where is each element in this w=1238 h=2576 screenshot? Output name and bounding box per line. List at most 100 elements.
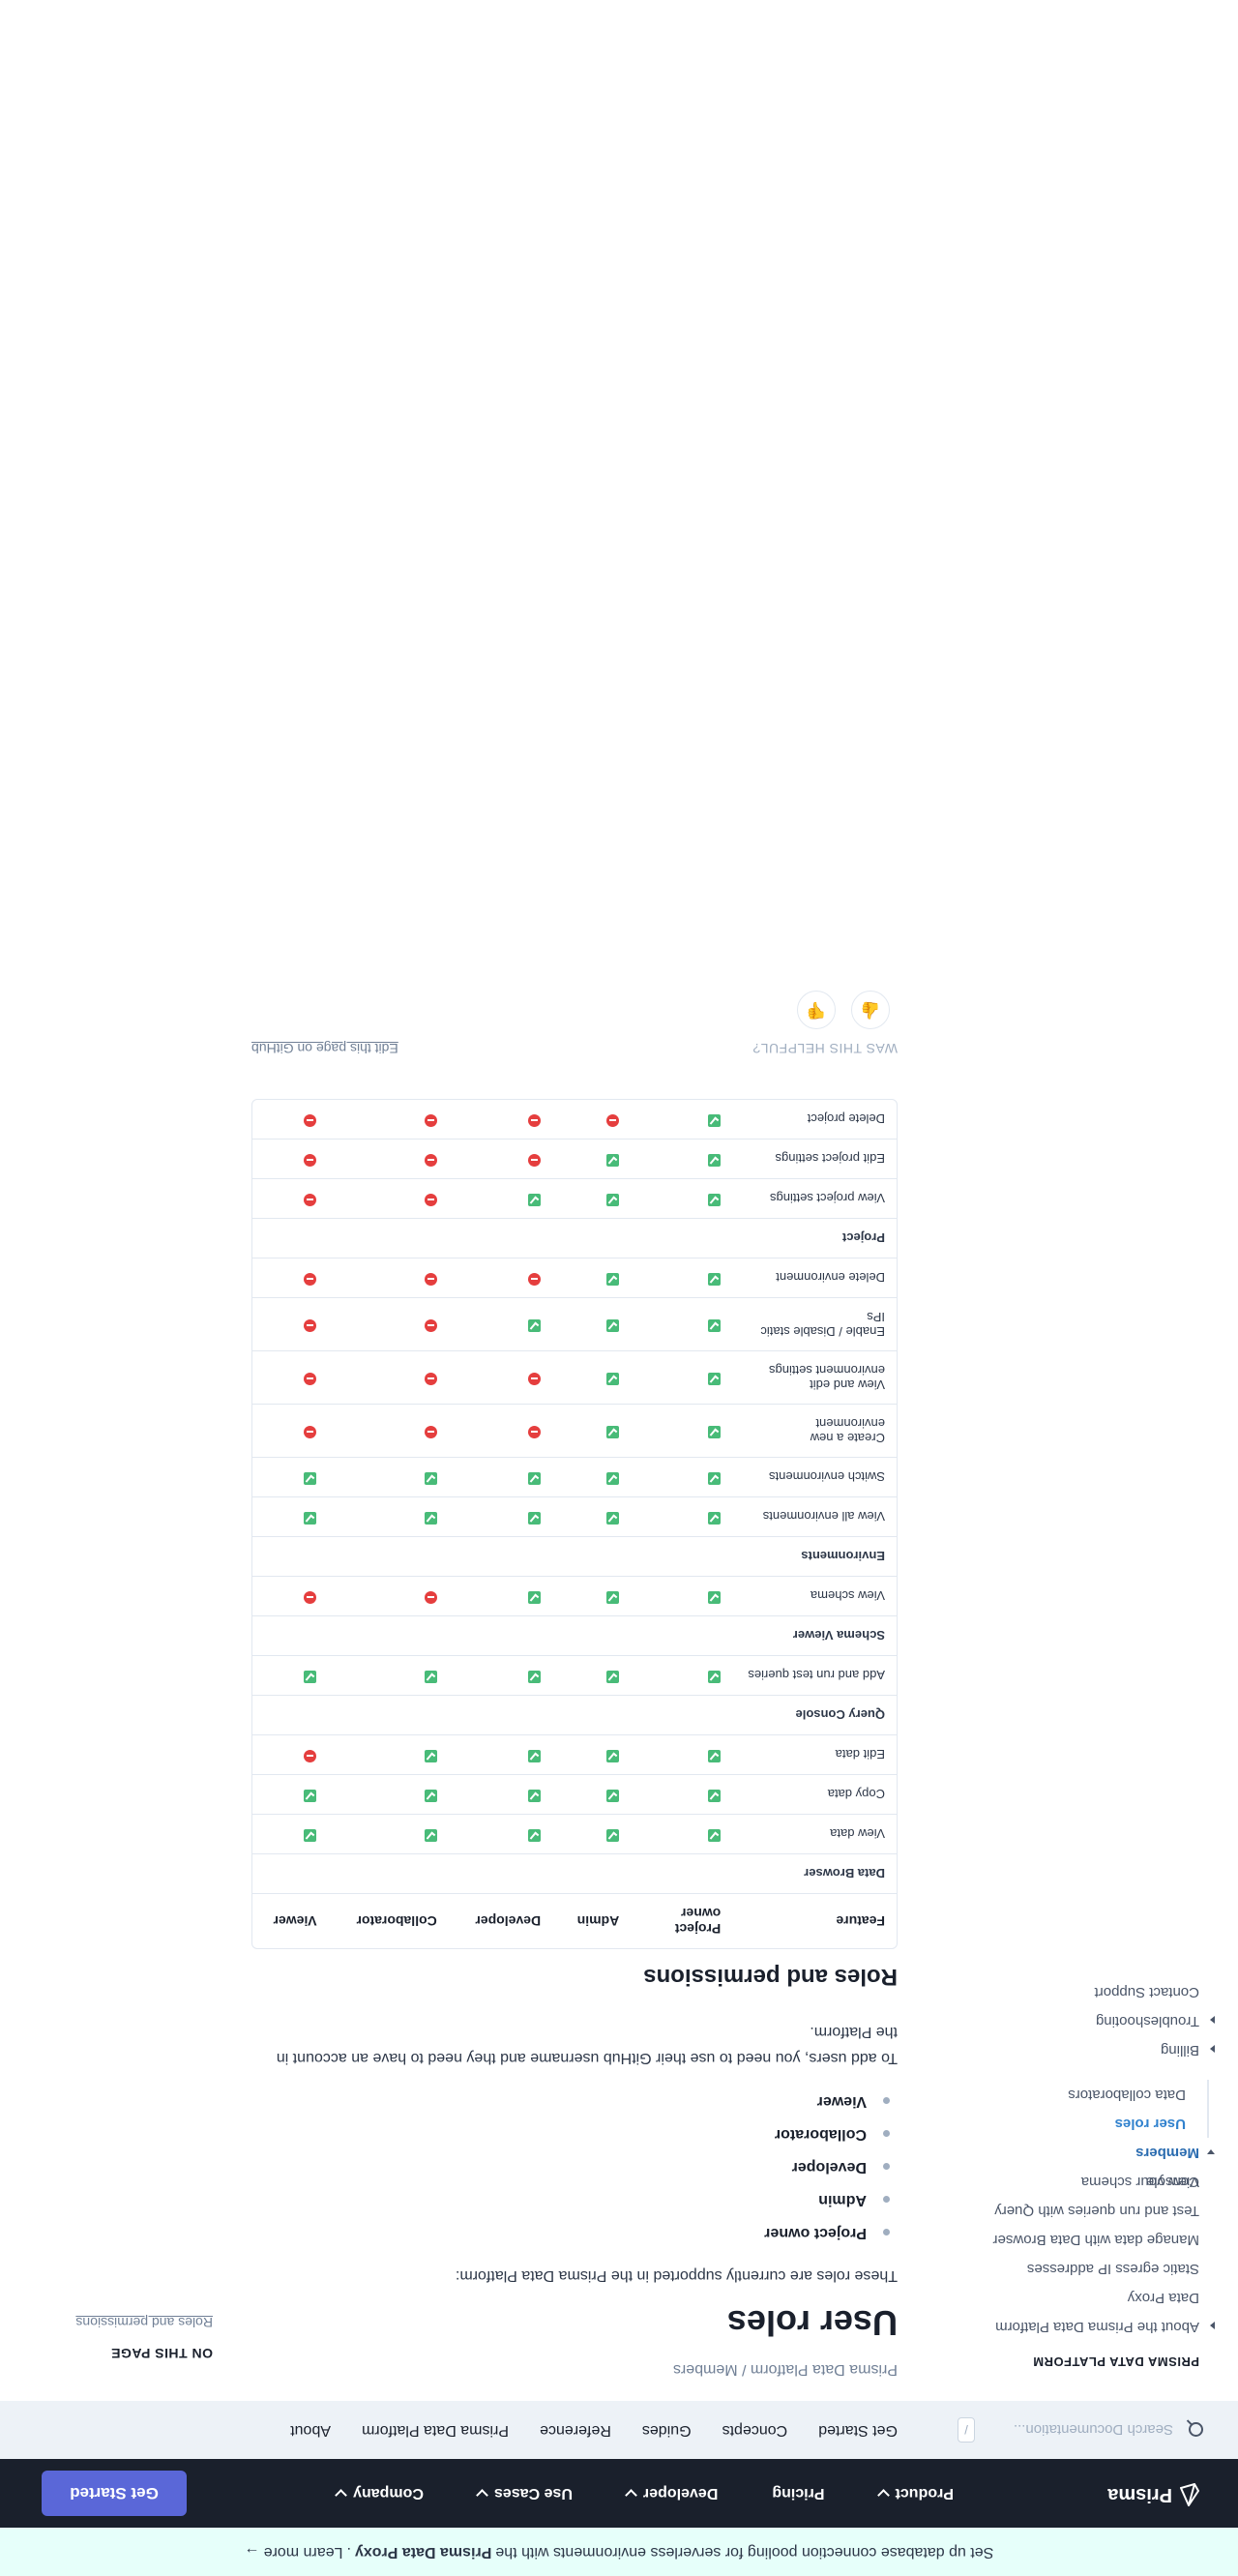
permissions-table: Feature Project owner Admin Developer Collab… xyxy=(251,1099,898,1949)
check-icon xyxy=(708,1790,722,1802)
sidebar-item-user-roles[interactable]: User roles xyxy=(967,2109,1186,2138)
nav-links: Product Pricing Developer Use Cases Company xyxy=(282,2459,954,2528)
column-header: Collaborator xyxy=(328,1893,449,1948)
no-entry-icon xyxy=(424,1273,437,1286)
sidebar-item-static-egress-ip-addresses[interactable]: Static egress IP addresses xyxy=(967,2254,1199,2283)
announcement-learn-more[interactable]: Learn more xyxy=(264,2543,343,2561)
thumbs-down-button[interactable]: 👎 xyxy=(797,991,836,1029)
check-icon xyxy=(708,1273,722,1286)
check-icon xyxy=(606,1591,620,1604)
sidebar-item-data-proxy[interactable]: Data Proxy xyxy=(967,2283,1199,2312)
permission-cell xyxy=(448,1814,553,1853)
permission-cell xyxy=(252,1297,329,1350)
check-icon xyxy=(606,1829,620,1842)
check-icon xyxy=(708,1750,722,1762)
get-started-button[interactable]: Get Started xyxy=(42,2471,187,2516)
permission-cell xyxy=(328,1734,449,1774)
permission-cell xyxy=(328,1258,449,1297)
tab-reference[interactable]: Reference xyxy=(540,2421,611,2439)
table-section-row: Environments xyxy=(252,1536,897,1576)
sidebar-item-troubleshooting[interactable]: Troubleshooting xyxy=(967,2006,1215,2035)
permission-cell xyxy=(631,1297,733,1350)
permission-cell xyxy=(631,1404,733,1457)
column-header: Admin xyxy=(552,1893,632,1948)
check-icon xyxy=(708,1154,722,1167)
role-item: Viewer xyxy=(251,2085,867,2117)
table-row: View and edit environment settings xyxy=(252,1350,897,1404)
nav-product[interactable]: Product xyxy=(876,2485,954,2502)
sidebar-item-data-collaborators[interactable]: Data collaborators xyxy=(967,2080,1186,2109)
chevron-down-icon xyxy=(625,2489,637,2502)
sidebar-item-view-your-schema[interactable]: View your schema xyxy=(967,2167,1199,2196)
announcement-bar[interactable]: Set up database connection pooling for s… xyxy=(0,2528,1238,2576)
sidebar-item-contact-support[interactable]: Contact Support xyxy=(967,1977,1199,2006)
permission-cell xyxy=(631,1655,733,1695)
search-placeholder: Search Documentation... xyxy=(1013,2421,1173,2439)
permission-cell xyxy=(552,1655,632,1695)
table-row: View all environments xyxy=(252,1496,897,1536)
thumbs-up-button[interactable]: 👍 xyxy=(851,991,890,1029)
permission-cell xyxy=(631,1258,733,1297)
sidebar-item-manage-data-with-data-browser[interactable]: Manage data with Data Browser xyxy=(967,2225,1199,2254)
check-icon xyxy=(708,1319,722,1332)
announcement-bold: Prisma Data Proxy xyxy=(354,2544,492,2561)
permission-cell xyxy=(631,1178,733,1218)
check-icon xyxy=(304,1671,317,1683)
check-icon xyxy=(606,1426,620,1438)
toc-link[interactable]: Roles and permissions xyxy=(75,2315,213,2330)
tab-guides[interactable]: Guides xyxy=(642,2421,692,2439)
check-icon xyxy=(424,1790,437,1802)
sidebar-item-label: Members xyxy=(1135,2145,1199,2161)
permission-cell xyxy=(448,1774,553,1814)
no-entry-icon xyxy=(528,1373,542,1385)
sidebar-item-billing[interactable]: Billing xyxy=(967,2035,1215,2064)
roles-list: Project owner Admin Developer Collaborator V… xyxy=(251,2085,898,2249)
permission-cell xyxy=(328,1576,449,1615)
sidebar-item-members[interactable]: Members xyxy=(967,2138,1215,2167)
helpful-question: WAS THIS HELPFUL? xyxy=(752,1041,898,1056)
no-entry-icon xyxy=(304,1114,317,1127)
no-entry-icon xyxy=(304,1154,317,1167)
check-icon xyxy=(528,1512,542,1525)
check-icon xyxy=(304,1512,317,1525)
permission-cell xyxy=(252,1350,329,1404)
page-root: Set up database connection pooling for s… xyxy=(0,0,1238,2576)
permission-cell xyxy=(448,1139,553,1178)
tab-concepts[interactable]: Concepts xyxy=(722,2421,788,2439)
nav-developer[interactable]: Developer xyxy=(625,2485,718,2502)
caret-right-icon xyxy=(1210,2045,1215,2053)
sidebar-item-test-and-run-queries-with-query-console[interactable]: Test and run queries with Query Console xyxy=(967,2174,1199,2225)
permission-cell xyxy=(252,1814,329,1853)
check-icon xyxy=(606,1273,620,1286)
tab-prisma-data-platform[interactable]: Prisma Data Platform xyxy=(362,2421,509,2439)
docs-subnav: Search Documentation... / Get Started Con… xyxy=(0,2401,1238,2459)
table-row: View data xyxy=(252,1814,897,1853)
permission-cell xyxy=(252,1100,328,1139)
permission-cell xyxy=(328,1350,449,1404)
permission-cell xyxy=(252,1496,329,1536)
feature-cell: View all environments xyxy=(732,1496,897,1536)
roles-permissions-heading: Roles and permissions xyxy=(643,1964,898,1990)
permission-cell xyxy=(552,1350,632,1404)
edit-on-github-link[interactable]: Edit this page on GitHub xyxy=(251,1041,398,1056)
nav-company[interactable]: Company xyxy=(335,2485,424,2502)
feature-cell: View project settings xyxy=(732,1178,897,1218)
permission-cell xyxy=(252,1576,329,1615)
sidebar-item-about-the-prisma-data-platform[interactable]: About the Prisma Data Platform xyxy=(967,2312,1215,2341)
chevron-down-icon xyxy=(335,2489,347,2502)
table-of-contents: ON THIS PAGE Roles and permissions xyxy=(75,2315,213,2361)
no-entry-icon xyxy=(304,1194,317,1206)
permission-cell xyxy=(252,1139,329,1178)
search-shortcut-key: / xyxy=(958,2417,975,2443)
tab-get-started[interactable]: Get Started xyxy=(818,2421,898,2439)
tab-about[interactable]: About xyxy=(290,2421,331,2439)
table-body: Data Browser View data Copy data Edit data Q… xyxy=(252,1100,897,1893)
check-icon xyxy=(528,1319,542,1332)
table-row: Add and run test queries xyxy=(252,1655,897,1695)
nav-use-cases[interactable]: Use Cases xyxy=(476,2485,573,2502)
nav-pricing[interactable]: Pricing xyxy=(772,2485,824,2502)
permission-cell xyxy=(448,1297,553,1350)
search-input[interactable]: Search Documentation... / xyxy=(956,2414,1203,2445)
permission-cell xyxy=(631,1496,733,1536)
prisma-logo[interactable]: Prisma xyxy=(1107,2483,1199,2506)
